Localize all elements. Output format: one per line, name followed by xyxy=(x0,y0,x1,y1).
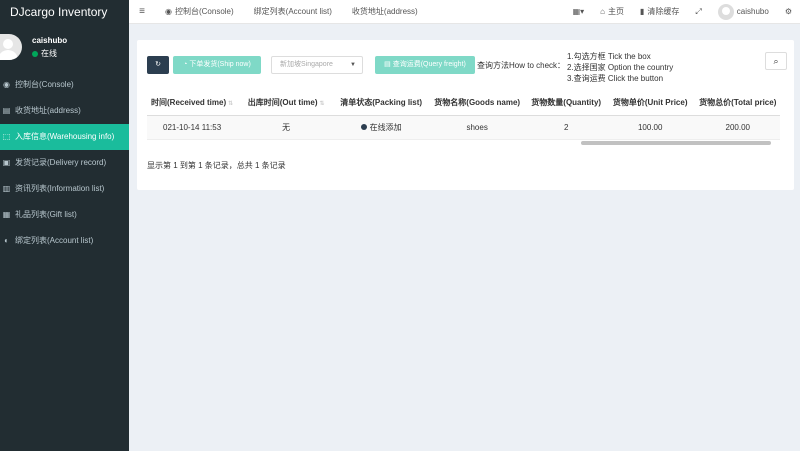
grid-dropdown-button[interactable]: ▦▾ xyxy=(565,0,593,24)
how-to-check-label: 查询方法How to check： xyxy=(477,61,566,70)
sidebar-item-console[interactable]: ◉ 控制台(Console) xyxy=(0,72,129,98)
top-tab-address[interactable]: 收货地址(address) xyxy=(342,0,428,24)
settings-button[interactable]: ⚙ xyxy=(777,0,800,24)
sort-icon: ⇅ xyxy=(228,101,234,108)
sidebar-item-label: 入库信息(Warehousing info) xyxy=(15,132,115,141)
sidebar-item-delivery[interactable]: ▣ 发货记录(Delivery record) xyxy=(0,150,129,176)
sidebar-menu: ◉ 控制台(Console) ▤ 收货地址(address) ⬚ 入库信息(Wa… xyxy=(0,72,129,254)
cell-received-time: 021-10-14 11:53 xyxy=(147,115,238,140)
status-dot-icon xyxy=(360,123,367,130)
col-received-time[interactable]: 时间(Received time) ⇅ xyxy=(147,91,238,116)
cell-out-time: 无 xyxy=(237,115,336,140)
sidebar-item-label: 控制台(Console) xyxy=(15,80,74,89)
fullscreen-button[interactable]: ⤢ xyxy=(687,0,709,24)
cell-goods-name: shoes xyxy=(427,115,528,140)
home-icon: ⌂ xyxy=(600,7,605,16)
sidebar-item-account[interactable]: ◐ 绑定列表(Account list) xyxy=(0,228,129,254)
user-status-label: 在线 xyxy=(41,49,57,58)
col-goods-name[interactable]: 货物名称(Goods name) xyxy=(427,91,528,116)
cell-packing-status: 在线添加 xyxy=(335,115,428,140)
country-select-value: 新加坡Singapore xyxy=(280,61,333,68)
sidebar: DJcargo Inventory caishubo 在线 ◉ 控制台(Cons… xyxy=(0,0,129,451)
link-icon: ◐ xyxy=(4,236,9,245)
sidebar-item-label: 收货地址(address) xyxy=(15,106,81,115)
clear-cache-label: 清除缓存 xyxy=(647,7,680,16)
col-quantity[interactable]: 货物数量(Quantity) xyxy=(527,91,606,116)
fullscreen-icon: ⤢ xyxy=(695,6,702,16)
top-username: caishubo xyxy=(736,7,769,16)
warehousing-table: 时间(Received time) ⇅ 出库时间(Out time) ⇅ 清单状态(… xyxy=(147,91,781,140)
col-packing-list[interactable]: 清单状态(Packing list) xyxy=(335,91,428,116)
menu-toggle-icon[interactable]: ≡ xyxy=(129,6,155,17)
step-3: 3.查询运费 Click the button xyxy=(567,74,664,83)
user-status: 在线 xyxy=(32,48,57,59)
cell-quantity: 2 xyxy=(527,115,606,140)
top-tab-label: 收货地址(address) xyxy=(351,7,418,16)
search-button[interactable]: ⌕ xyxy=(765,52,787,70)
dashboard-icon: ◉ xyxy=(3,80,10,89)
pagination-info: 显示第 1 到第 1 条记录，总共 1 条记录 xyxy=(147,161,286,170)
ship-now-button[interactable]: ◔ 下单发货(Ship now) xyxy=(173,56,261,74)
gear-icon: ⚙ xyxy=(784,7,792,16)
clear-cache-button[interactable]: ▮ 清除缓存 xyxy=(632,0,687,24)
list-icon: ▥ xyxy=(2,184,11,193)
top-tab-console[interactable]: ◉ 控制台(Console) xyxy=(155,0,244,24)
step-2: 2.选择国家 Option the country xyxy=(567,63,674,72)
col-unit-price[interactable]: 货物单价(Unit Price) xyxy=(605,91,696,116)
avatar xyxy=(0,34,22,60)
home-label: 主页 xyxy=(607,7,624,16)
step-1: 1.勾选方框 Tick the box xyxy=(567,52,651,61)
sidebar-item-information[interactable]: ▥ 资讯列表(Information list) xyxy=(0,176,129,202)
search-icon: ⌕ xyxy=(773,56,779,66)
brand-title[interactable]: DJcargo Inventory xyxy=(0,0,129,24)
sidebar-item-gift[interactable]: ▦ 礼品列表(Gift list) xyxy=(0,202,129,228)
gift-icon: ▦ xyxy=(2,210,11,219)
sidebar-item-label: 礼品列表(Gift list) xyxy=(15,210,77,219)
dashboard-icon: ◉ xyxy=(165,7,172,16)
top-tab-label: 控制台(Console) xyxy=(174,7,234,16)
top-tab-account-list[interactable]: 绑定列表(Account list) xyxy=(244,0,342,24)
refresh-icon: ↻ xyxy=(155,61,161,68)
horizontal-scrollbar[interactable] xyxy=(581,141,771,145)
col-out-time[interactable]: 出库时间(Out time) ⇅ xyxy=(237,91,336,116)
table-container[interactable]: 时间(Received time) ⇅ 出库时间(Out time) ⇅ 清单状态(… xyxy=(147,91,794,147)
top-navbar: ≡ ◉ 控制台(Console) 绑定列表(Account list) 收货地址… xyxy=(129,0,800,24)
sidebar-item-address[interactable]: ▤ 收货地址(address) xyxy=(0,98,129,124)
online-dot-icon xyxy=(32,50,38,57)
refresh-button[interactable]: ↻ xyxy=(147,56,169,74)
folder-icon: ⬚ xyxy=(2,132,11,141)
sort-icon: ⇅ xyxy=(319,101,325,108)
table-header-row: 时间(Received time) ⇅ 出库时间(Out time) ⇅ 清单状态(… xyxy=(147,91,781,116)
cell-total-price: 200.00 xyxy=(695,115,781,140)
content-panel: ↻ ◔ 下单发货(Ship now) 新加坡Singapore ▼ ▤ 查询运费… xyxy=(137,40,794,190)
home-button[interactable]: ⌂ 主页 xyxy=(592,0,632,24)
caret-down-icon: ▼ xyxy=(350,62,356,68)
country-select[interactable]: 新加坡Singapore ▼ xyxy=(271,56,363,74)
avatar xyxy=(717,3,734,20)
how-to-steps: 1.勾选方框 Tick the box 2.选择国家 Option the co… xyxy=(567,51,673,84)
cell-unit-price: 100.00 xyxy=(605,115,696,140)
trash-icon: ▮ xyxy=(639,7,645,16)
user-menu[interactable]: caishubo xyxy=(710,0,777,24)
grid-dropdown-icon: ▦▾ xyxy=(572,7,585,16)
truck-icon: ▣ xyxy=(2,158,11,167)
sidebar-item-label: 绑定列表(Account list) xyxy=(15,236,94,245)
top-tab-label: 绑定列表(Account list) xyxy=(253,7,332,16)
table-row[interactable]: 021-10-14 11:53 无 在线添加 shoes 2 100.00 20… xyxy=(147,115,781,140)
user-panel: caishubo 在线 xyxy=(0,32,129,72)
sidebar-item-label: 发货记录(Delivery record) xyxy=(15,158,107,167)
user-name: caishubo xyxy=(32,36,68,45)
address-book-icon: ▤ xyxy=(2,106,11,115)
sidebar-item-label: 资讯列表(Information list) xyxy=(15,184,105,193)
toolbar: ↻ ◔ 下单发货(Ship now) 新加坡Singapore ▼ ▤ 查询运费… xyxy=(147,52,787,83)
col-total-price[interactable]: 货物总价(Total price) xyxy=(695,91,781,116)
sidebar-item-warehousing[interactable]: ⬚ 入库信息(Warehousing info) xyxy=(0,124,129,150)
query-freight-button[interactable]: ▤ 查询运费(Query freight) xyxy=(375,56,475,74)
